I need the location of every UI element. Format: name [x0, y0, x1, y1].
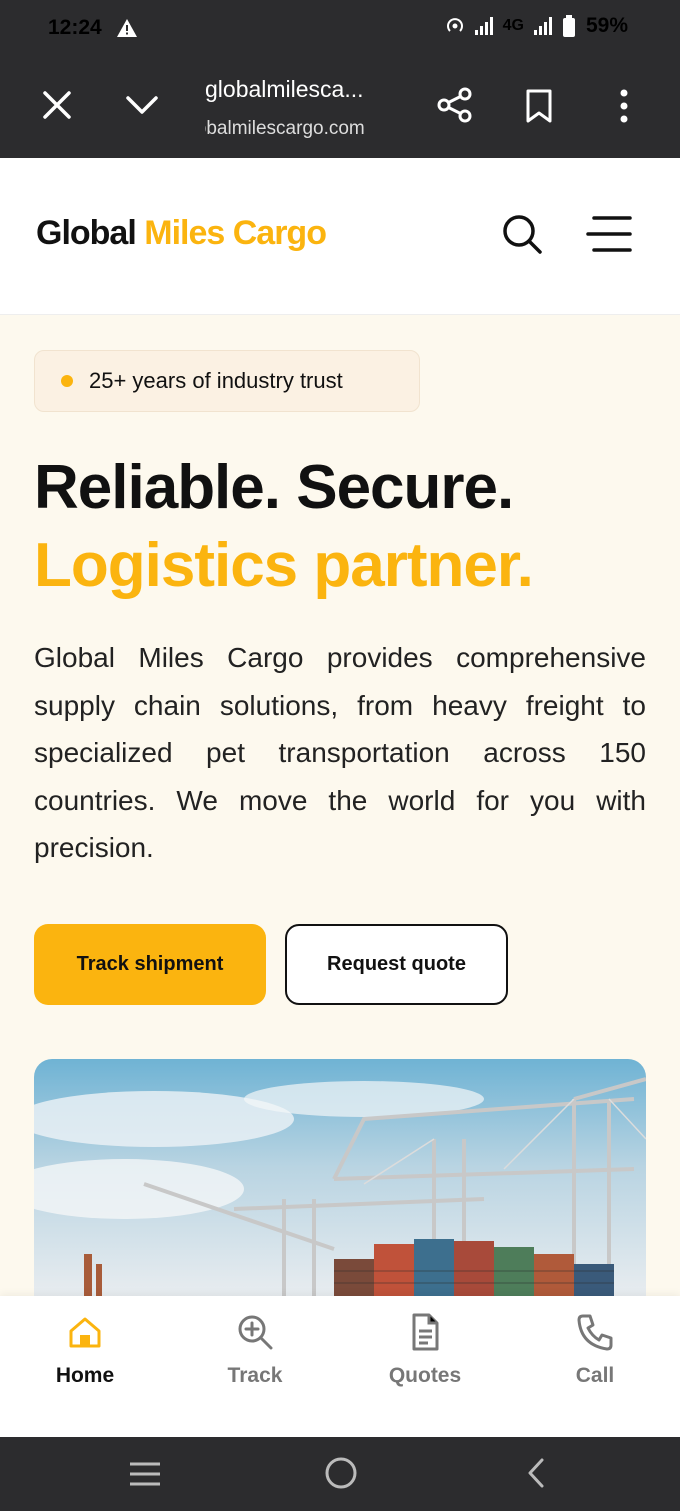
- warning-icon: [117, 19, 137, 37]
- page-title[interactable]: globalmilesca...: [205, 76, 364, 103]
- status-time: 12:24: [48, 16, 102, 39]
- back-icon[interactable]: [524, 1456, 548, 1490]
- signal-icon: [474, 17, 493, 35]
- more-vert-icon[interactable]: [616, 88, 632, 124]
- document-icon: [412, 1313, 439, 1351]
- nav-label-call: Call: [575, 1364, 615, 1387]
- request-quote-button[interactable]: Request quote: [285, 924, 508, 1005]
- bookmark-icon[interactable]: [524, 88, 554, 124]
- hero-description: Global Miles Cargo provides comprehensiv…: [34, 642, 646, 863]
- menu-icon[interactable]: [586, 214, 632, 254]
- share-icon[interactable]: [436, 86, 474, 124]
- battery-percent: 59%: [585, 14, 628, 37]
- search-icon[interactable]: [500, 212, 544, 256]
- home-circle-icon[interactable]: [324, 1456, 358, 1490]
- nav-item-home[interactable]: Home: [25, 1312, 145, 1388]
- nav-label-track: Track: [227, 1364, 283, 1387]
- nav-item-quotes[interactable]: Quotes: [365, 1312, 485, 1388]
- track-shipment-button[interactable]: Track shipment: [34, 924, 266, 1005]
- hero-headline: Reliable. Secure.: [34, 453, 514, 522]
- trust-badge: 25+ years of industry trust: [34, 350, 420, 412]
- url-text[interactable]: globalmilescargo.com: [205, 118, 370, 140]
- battery-icon: [562, 15, 575, 37]
- hotspot-icon: [446, 18, 463, 32]
- nav-label-home: Home: [55, 1364, 115, 1387]
- nav-label-quotes: Quotes: [388, 1364, 462, 1387]
- site-logo[interactable]: Global Miles Cargo: [36, 214, 327, 253]
- home-icon: [69, 1317, 101, 1348]
- badge-text: 25+ years of industry trust: [89, 368, 343, 393]
- phone-icon: [577, 1314, 613, 1351]
- nav-item-track[interactable]: Track: [195, 1312, 315, 1388]
- signal-icon-2: [533, 17, 552, 35]
- badge-dot: [61, 375, 73, 387]
- hero-headline-accent: Logistics partner.: [34, 531, 534, 600]
- nav-item-call[interactable]: Call: [535, 1312, 655, 1388]
- chevron-down-icon[interactable]: [124, 90, 160, 120]
- close-icon[interactable]: [40, 88, 74, 122]
- hero-image-port-cranes: [34, 1059, 646, 1299]
- track-search-icon: [238, 1315, 273, 1350]
- recent-apps-icon[interactable]: [128, 1460, 162, 1488]
- network-type: 4G: [502, 17, 524, 34]
- status-indicators: 4G 59%: [445, 14, 628, 38]
